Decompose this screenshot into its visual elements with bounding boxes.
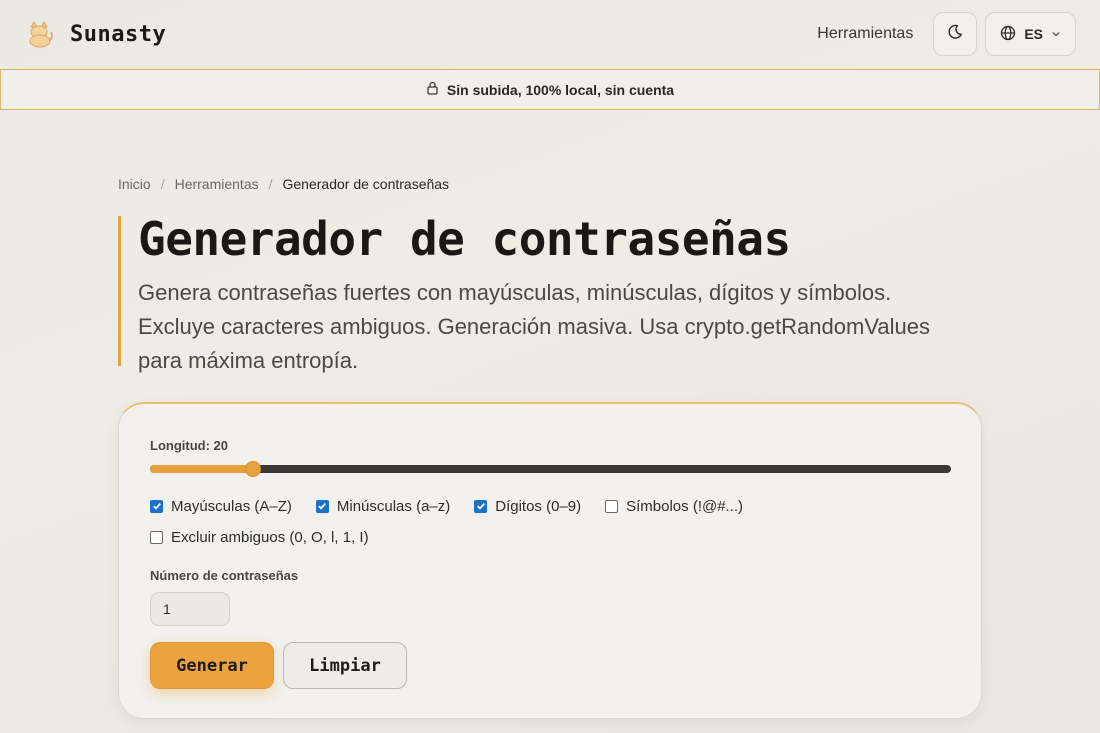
- slider-fill: [150, 465, 254, 473]
- theme-toggle-button[interactable]: [933, 12, 978, 56]
- checkbox-symbols[interactable]: [605, 499, 619, 513]
- language-selector[interactable]: ES: [985, 12, 1076, 56]
- option-uppercase[interactable]: Mayúsculas (A–Z): [150, 498, 292, 515]
- option-label: Dígitos (0–9): [495, 497, 582, 515]
- checkbox-digits[interactable]: [474, 499, 488, 513]
- nav-link-tools[interactable]: Herramientas: [817, 25, 913, 43]
- cat-logo-icon: [24, 18, 56, 50]
- breadcrumb-separator: /: [268, 176, 273, 192]
- brand[interactable]: Sunasty: [24, 18, 166, 50]
- site-header: Sunasty Herramientas ES: [0, 0, 1100, 68]
- length-slider[interactable]: [150, 461, 951, 477]
- language-code: ES: [1024, 26, 1043, 42]
- checkbox-exclude-ambiguous[interactable]: [150, 530, 163, 544]
- page-header: Generador de contraseñas Genera contrase…: [118, 212, 958, 373]
- length-label: Longitud: 20: [150, 438, 228, 453]
- options-row: Excluir ambiguos (0, O, l, 1, I): [150, 527, 950, 547]
- brand-name: Sunasty: [70, 21, 167, 47]
- option-label: Minúsculas (a–z): [336, 497, 451, 515]
- breadcrumb-current: Generador de contraseñas: [282, 176, 450, 192]
- clear-button[interactable]: Limpiar: [283, 642, 407, 689]
- option-exclude-ambiguous[interactable]: Excluir ambiguos (0, O, l, 1, I): [150, 529, 369, 546]
- count-label: Número de contraseñas: [150, 568, 299, 583]
- globe-icon: [1000, 25, 1016, 44]
- breadcrumb-home[interactable]: Inicio: [118, 176, 151, 192]
- option-lowercase[interactable]: Minúsculas (a–z): [315, 497, 451, 515]
- moon-icon: [947, 24, 963, 45]
- slider-thumb[interactable]: [245, 461, 262, 477]
- option-symbols[interactable]: Símbolos (!@#...): [605, 498, 743, 515]
- page-description: Genera contraseñas fuertes con mayúscula…: [138, 280, 930, 373]
- page-title: Generador de contraseñas: [138, 212, 791, 266]
- options-group: Mayúsculas (A–Z) Minúsculas (a–z) Dígito…: [150, 496, 950, 558]
- option-label: Símbolos (!@#...): [626, 497, 744, 515]
- breadcrumb-separator: /: [160, 176, 165, 192]
- options-row: Mayúsculas (A–Z) Minúsculas (a–z) Dígito…: [150, 496, 950, 516]
- banner-text: Sin subida, 100% local, sin cuenta: [446, 81, 675, 98]
- option-label: Excluir ambiguos (0, O, l, 1, I): [171, 528, 369, 546]
- count-input[interactable]: 1: [150, 592, 230, 626]
- slider-track: [150, 465, 951, 473]
- privacy-banner: Sin subida, 100% local, sin cuenta: [0, 69, 1100, 110]
- generator-card: Longitud: 20 Mayúsculas (A–Z) Minúsculas…: [118, 402, 982, 719]
- lock-icon: [426, 81, 439, 98]
- chevron-down-icon: [1051, 26, 1061, 42]
- checkbox-uppercase[interactable]: [150, 499, 163, 513]
- generate-button[interactable]: Generar: [150, 642, 274, 689]
- breadcrumb: Inicio / Herramientas / Generador de con…: [118, 176, 449, 192]
- option-digits[interactable]: Dígitos (0–9): [474, 498, 581, 515]
- breadcrumb-tools[interactable]: Herramientas: [175, 176, 259, 192]
- option-label: Mayúsculas (A–Z): [171, 497, 292, 515]
- checkbox-lowercase[interactable]: [315, 499, 329, 513]
